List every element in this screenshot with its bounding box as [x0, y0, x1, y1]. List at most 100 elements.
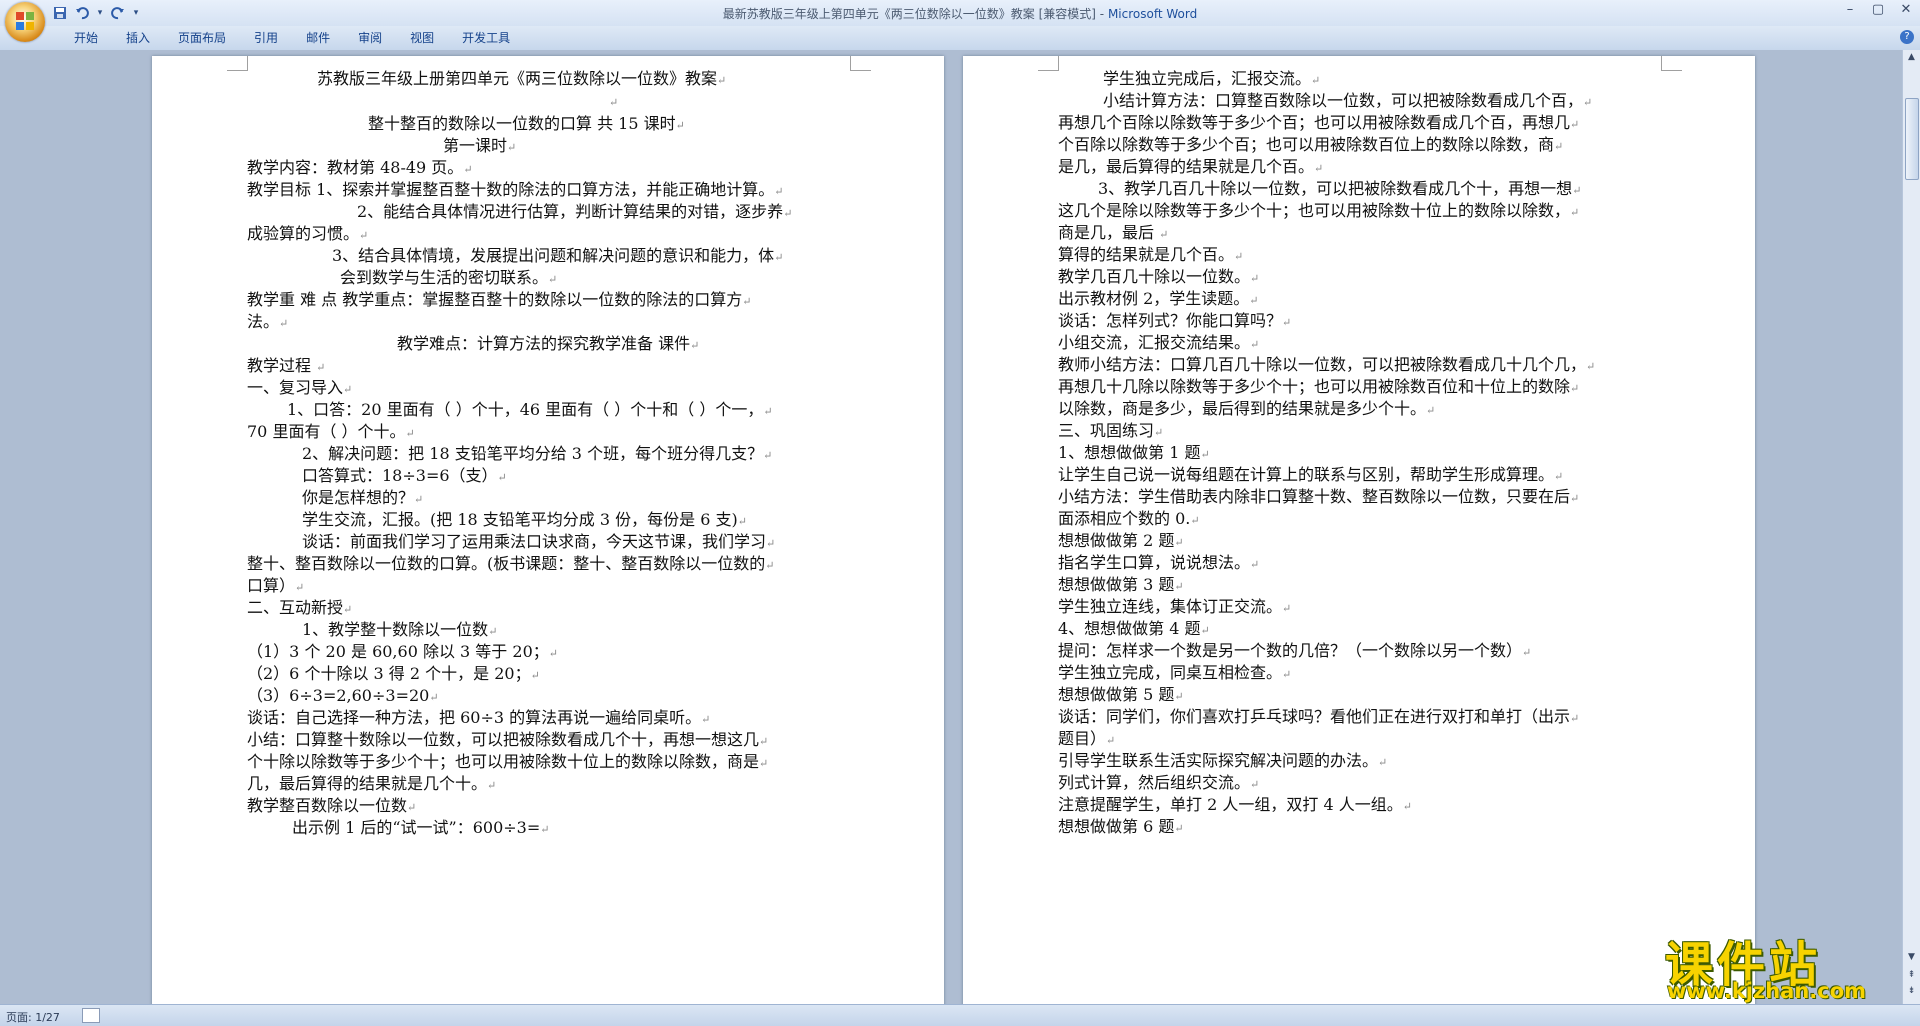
paragraph-mark-icon: ↵ — [1554, 470, 1564, 483]
document-line: 小结计算方法：口算整百数除以一位数，可以把被除数看成几个百，↵ — [1103, 91, 1593, 110]
document-line: 4、想想做做第 4 题↵ — [1058, 619, 1210, 638]
document-line: 1、想想做做第 1 题↵ — [1058, 443, 1210, 462]
document-line: 教学难点：计算方法的探究教学准备 课件↵ — [397, 334, 700, 353]
ribbon-tabs: 开始 插入 页面布局 引用 邮件 审阅 视图 开发工具 — [60, 29, 524, 47]
paragraph-mark-icon: ↵ — [548, 273, 558, 286]
undo-dropdown-icon[interactable]: ▾ — [96, 5, 104, 21]
document-line: （1）3 个 20 是 60,60 除以 3 等于 20；↵ — [247, 642, 558, 661]
document-line: 教学几百几十除以一位数。↵ — [1058, 267, 1260, 286]
paragraph-mark-icon: ↵ — [343, 603, 353, 616]
document-line: 苏教版三年级上册第四单元《两三位数除以一位数》教案↵ — [317, 69, 727, 88]
vertical-scrollbar[interactable]: ▲ ▼ ⇞ ⇟ — [1902, 50, 1920, 1004]
paragraph-mark-icon: ↵ — [1200, 624, 1210, 637]
minimize-button[interactable]: – — [1836, 0, 1864, 20]
paragraph-mark-icon: ↵ — [1570, 382, 1580, 395]
next-page-icon[interactable]: ⇟ — [1903, 984, 1920, 998]
paragraph-mark-icon: ↵ — [1250, 558, 1260, 571]
undo-icon[interactable] — [74, 5, 90, 21]
paragraph-mark-icon: ↵ — [763, 449, 773, 462]
document-line: 出示教材例 2，学生读题。↵ — [1058, 289, 1259, 308]
document-line: 教学过程 ↵ — [247, 356, 326, 375]
paragraph-mark-icon: ↵ — [414, 493, 424, 506]
app-name: Microsoft Word — [1107, 7, 1198, 21]
paragraph-mark-icon: ↵ — [1234, 250, 1244, 263]
paragraph-mark-icon: ↵ — [1282, 316, 1292, 329]
paragraph-mark-icon: ↵ — [1282, 602, 1292, 615]
document-title: 最新苏教版三年级上第四单元《两三位数除以一位数》教案 [兼容模式] — [722, 7, 1096, 21]
paragraph-mark-icon: ↵ — [407, 801, 417, 814]
paragraph-mark-icon: ↵ — [359, 229, 369, 242]
margin-corner-mark — [850, 56, 871, 71]
tab-references[interactable]: 引用 — [240, 29, 292, 47]
paragraph-mark-icon: ↵ — [1174, 690, 1184, 703]
paragraph-mark-icon: ↵ — [765, 559, 775, 572]
paragraph-mark-icon: ↵ — [1554, 140, 1564, 153]
redo-icon[interactable] — [110, 5, 126, 21]
paragraph-mark-icon: ↵ — [737, 515, 747, 528]
close-button[interactable]: ✕ — [1892, 0, 1920, 20]
margin-corner-mark — [227, 56, 248, 71]
paragraph-mark-icon: ↵ — [1570, 712, 1580, 725]
previous-page-icon[interactable]: ⇞ — [1903, 968, 1920, 982]
quick-access-toolbar: ▾ ▾ — [52, 3, 140, 23]
maximize-button[interactable]: ▢ — [1864, 0, 1892, 20]
paragraph-mark-icon: ↵ — [548, 647, 558, 660]
paragraph-mark-icon: ↵ — [1174, 580, 1184, 593]
document-line: 再想几十几除以除数等于多少个十；也可以用被除数百位和十位上的数除↵ — [1058, 377, 1580, 396]
document-line: 谈话：同学们，你们喜欢打乒乓球吗？看他们正在进行双打和单打（出示↵ — [1058, 707, 1580, 726]
tab-page-layout[interactable]: 页面布局 — [164, 29, 240, 47]
tab-mailings[interactable]: 邮件 — [292, 29, 344, 47]
tab-insert[interactable]: 插入 — [112, 29, 164, 47]
paragraph-mark-icon: ↵ — [316, 361, 326, 374]
help-icon[interactable]: ? — [1900, 30, 1914, 44]
ribbon: 开始 插入 页面布局 引用 邮件 审阅 视图 开发工具 ? — [0, 26, 1920, 51]
document-line: 学生独立连线，集体订正交流。↵ — [1058, 597, 1292, 616]
paragraph-mark-icon: ↵ — [783, 207, 793, 220]
save-icon[interactable] — [52, 5, 68, 21]
paragraph-mark-icon: ↵ — [530, 669, 540, 682]
window-controls: – ▢ ✕ — [1836, 0, 1920, 20]
document-line: 几，最后算得的结果就是几个十。↵ — [247, 774, 497, 793]
tab-review[interactable]: 审阅 — [344, 29, 396, 47]
paragraph-mark-icon: ↵ — [742, 295, 752, 308]
document-line: 再想几个百除以除数等于多少个百；也可以用被除数看成几个百，再想几↵ — [1058, 113, 1580, 132]
paragraph-mark-icon: ↵ — [507, 141, 517, 154]
scrollbar-thumb[interactable] — [1905, 98, 1919, 180]
page-count[interactable]: 页面: 1/27 — [6, 1009, 60, 1025]
margin-corner-mark — [1038, 56, 1059, 71]
document-line: 教师小结方法：口算几百几十除以一位数，可以把被除数看成几十几个几，↵ — [1058, 355, 1596, 374]
window-title: 最新苏教版三年级上第四单元《两三位数除以一位数》教案 [兼容模式] - Micr… — [722, 7, 1198, 21]
paragraph-mark-icon: ↵ — [1106, 734, 1116, 747]
tab-developer[interactable]: 开发工具 — [448, 29, 524, 47]
paragraph-mark-icon: ↵ — [1522, 646, 1532, 659]
paragraph-mark-icon: ↵ — [1174, 536, 1184, 549]
document-line: 学生独立完成后，汇报交流。↵ — [1103, 69, 1321, 88]
office-button[interactable] — [5, 2, 45, 42]
paragraph-mark-icon: ↵ — [763, 405, 773, 418]
document-line: 谈话：自己选择一种方法，把 60÷3 的算法再说一遍给同桌听。↵ — [247, 708, 711, 727]
document-line: 第一课时↵ — [443, 136, 517, 155]
status-bar: 页面: 1/27 — [0, 1004, 1920, 1026]
paragraph-mark-icon: ↵ — [717, 74, 727, 87]
document-line: 整十整百的数除以一位数的口算 共 15 课时↵ — [368, 114, 685, 133]
proofing-icon[interactable] — [82, 1008, 100, 1023]
paragraph-mark-icon: ↵ — [1250, 272, 1260, 285]
document-line: 谈话：怎样列式？你能口算吗？↵ — [1058, 311, 1292, 330]
document-line: 成验算的习惯。↵ — [247, 224, 369, 243]
paragraph-mark-icon: ↵ — [1378, 756, 1388, 769]
tab-view[interactable]: 视图 — [396, 29, 448, 47]
document-page-1[interactable]: 苏教版三年级上册第四单元《两三位数除以一位数》教案↵ ↵ 整十整百的数除以一位数的口… — [152, 56, 944, 1004]
tab-home[interactable]: 开始 — [60, 29, 112, 47]
paragraph-mark-icon: ↵ — [405, 427, 415, 440]
document-workspace: 苏教版三年级上册第四单元《两三位数除以一位数》教案↵ ↵ 整十整百的数除以一位数的口… — [0, 50, 1903, 1004]
scroll-down-icon[interactable]: ▼ — [1903, 950, 1920, 964]
document-line: 法。↵ — [247, 312, 289, 331]
document-line: 想想做做第 2 题↵ — [1058, 531, 1184, 550]
scroll-up-icon[interactable]: ▲ — [1903, 50, 1920, 64]
customize-qat-icon[interactable]: ▾ — [132, 5, 140, 21]
document-line: 谈话：前面我们学习了运用乘法口诀求商，今天这节课，我们学习↵ — [302, 532, 776, 551]
document-line: （2）6 个十除以 3 得 2 个十，是 20；↵ — [247, 664, 540, 683]
document-line: 口答算式：18÷3=6（支）↵ — [302, 466, 507, 485]
document-line: 教学重 难 点 教学重点：掌握整百整十的数除以一位数的除法的口算方↵ — [247, 290, 752, 309]
document-page-2[interactable]: 学生独立完成后，汇报交流。↵ 小结计算方法：口算整百数除以一位数，可以把被除数看成… — [963, 56, 1755, 1004]
